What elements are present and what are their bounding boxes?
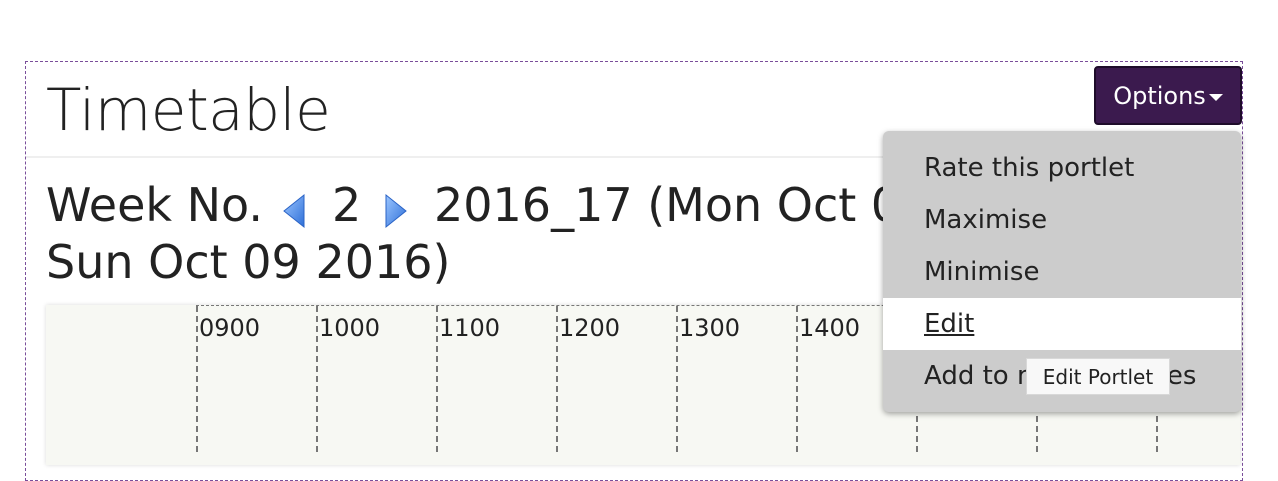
options-button[interactable]: Options: [1094, 66, 1242, 125]
week-date-range-end: Sun Oct 09 2016): [46, 235, 451, 289]
hour-column-line: [556, 306, 558, 452]
portlet-title: Timetable: [46, 76, 331, 144]
hour-label: 0900: [199, 314, 261, 342]
week-number: 2: [332, 178, 362, 232]
hour-column-line: [436, 306, 438, 452]
hour-column-line: [316, 306, 318, 452]
menu-item-minimise[interactable]: Minimise: [883, 246, 1241, 298]
hour-label: 1200: [559, 314, 621, 342]
next-week-icon[interactable]: [383, 193, 409, 229]
hour-label: 1400: [799, 314, 861, 342]
hour-label: 1100: [439, 314, 501, 342]
edit-tooltip: Edit Portlet: [1026, 358, 1170, 395]
previous-week-icon[interactable]: [281, 193, 307, 229]
menu-item-rate[interactable]: Rate this portlet: [883, 142, 1241, 194]
options-label: Options: [1113, 81, 1206, 110]
hour-column-line: [196, 306, 198, 452]
menu-item-edit[interactable]: Edit: [883, 298, 1241, 350]
caret-down-icon: [1208, 94, 1223, 101]
hour-column-line: [796, 306, 798, 452]
hour-label: 1000: [319, 314, 381, 342]
hour-column-line: [676, 306, 678, 452]
hour-label: 1300: [679, 314, 741, 342]
menu-item-maximise[interactable]: Maximise: [883, 194, 1241, 246]
week-label: Week No.: [46, 178, 264, 232]
week-date-range: 2016_17 (Mon Oct 03: [434, 178, 930, 232]
